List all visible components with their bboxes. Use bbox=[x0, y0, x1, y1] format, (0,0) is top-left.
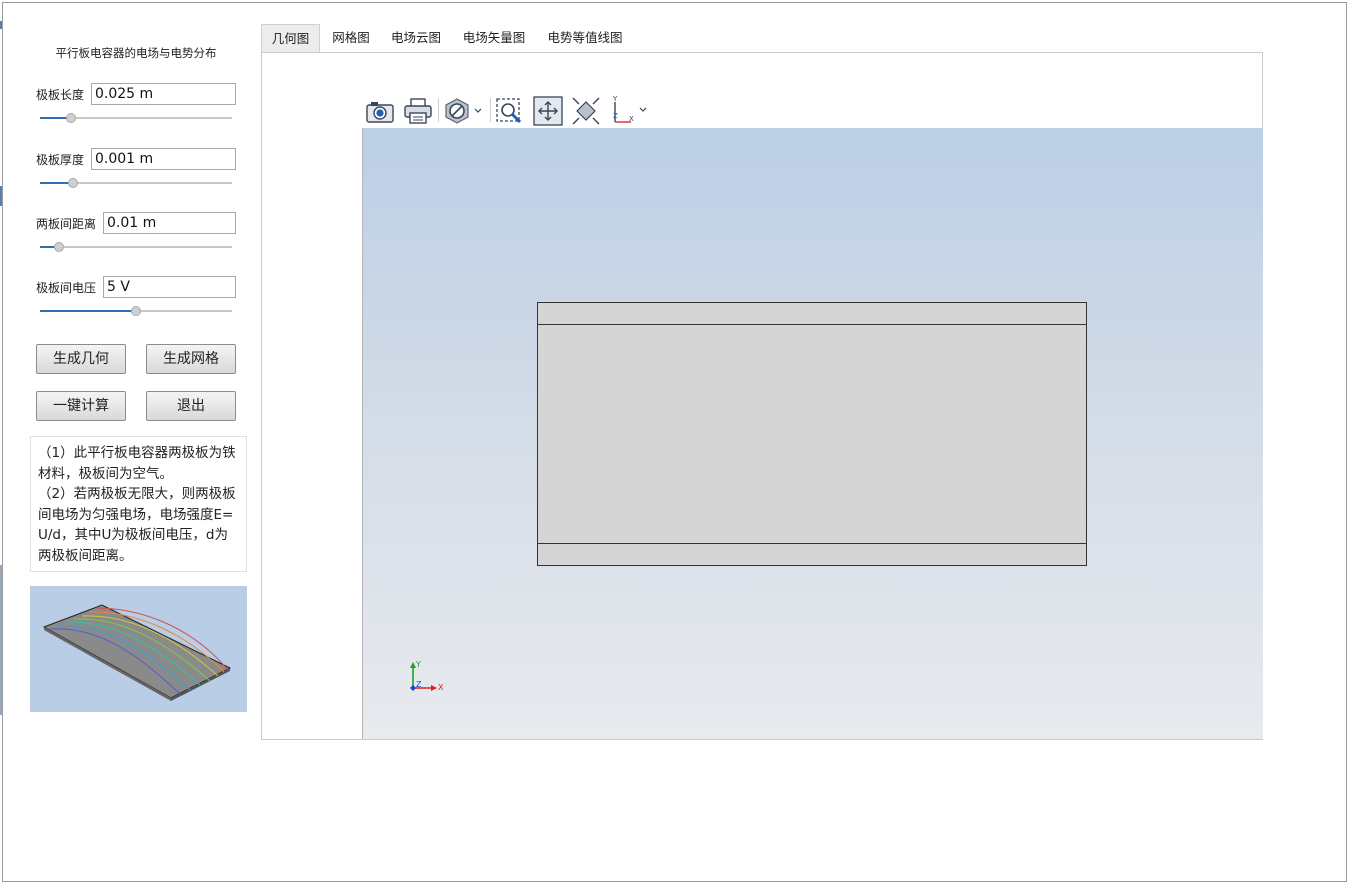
visibility-icon[interactable] bbox=[443, 96, 485, 126]
slider-fill bbox=[40, 310, 136, 312]
window-edge-marker bbox=[0, 21, 2, 29]
slider-rail bbox=[40, 246, 232, 248]
capacitor-geometry bbox=[537, 302, 1087, 566]
plate-thickness-label: 极板厚度 bbox=[36, 153, 85, 167]
generate-geometry-button[interactable]: 生成几何 bbox=[36, 344, 126, 374]
axis-orientation-icon[interactable]: Y Z X bbox=[609, 95, 649, 126]
plate-length-input[interactable]: 0.025 m bbox=[91, 83, 236, 105]
compute-button[interactable]: 一键计算 bbox=[36, 391, 126, 421]
plate-thickness-slider[interactable] bbox=[40, 177, 232, 189]
toolbar-separator bbox=[438, 98, 439, 122]
slider-thumb[interactable] bbox=[65, 113, 76, 123]
window-edge-marker bbox=[0, 186, 2, 206]
bottom-plate-edge bbox=[538, 543, 1086, 544]
zoom-extents-icon[interactable] bbox=[571, 96, 601, 126]
tab-mesh[interactable]: 网格图 bbox=[323, 24, 379, 52]
plate-length-slider[interactable] bbox=[40, 112, 232, 124]
plate-thickness-input[interactable]: 0.001 m bbox=[91, 148, 236, 170]
zoom-box-icon[interactable] bbox=[495, 96, 525, 126]
axis-z-letter: Z bbox=[613, 112, 618, 120]
plate-voltage-slider[interactable] bbox=[40, 305, 232, 317]
tab-geometry[interactable]: 几何图 bbox=[261, 24, 320, 52]
pan-icon[interactable] bbox=[533, 96, 563, 126]
triad-y-label: Y bbox=[415, 660, 421, 669]
axis-triad: Y Z X bbox=[405, 658, 449, 698]
print-icon[interactable] bbox=[403, 96, 433, 126]
plate-gap-label: 两板间距离 bbox=[36, 217, 97, 231]
top-plate-edge bbox=[538, 324, 1086, 325]
triad-x-label: X bbox=[438, 683, 444, 692]
camera-icon[interactable] bbox=[365, 96, 395, 126]
axis-y-letter: Y bbox=[612, 96, 618, 103]
plate-voltage-input[interactable]: 5 V bbox=[103, 276, 236, 298]
window-edge-marker bbox=[0, 565, 2, 715]
axis-x-letter: X bbox=[629, 115, 634, 123]
slider-thumb[interactable] bbox=[67, 178, 78, 188]
generate-mesh-button[interactable]: 生成网格 bbox=[146, 344, 236, 374]
plate-length-label: 极板长度 bbox=[36, 88, 85, 102]
plate-gap-input[interactable]: 0.01 m bbox=[103, 212, 236, 234]
triad-z-label: Z bbox=[416, 680, 422, 689]
slider-thumb[interactable] bbox=[54, 242, 65, 252]
exit-button[interactable]: 退出 bbox=[146, 391, 236, 421]
toolbar-separator bbox=[490, 98, 491, 122]
tab-potential-isoline[interactable]: 电势等值线图 bbox=[541, 24, 629, 52]
preview-image bbox=[30, 586, 247, 712]
plate-voltage-label: 极板间电压 bbox=[36, 281, 97, 295]
slider-thumb[interactable] bbox=[131, 306, 141, 316]
description-text: （1）此平行板电容器两极板为铁材料，极板间为空气。 （2）若两极板无限大，则两极… bbox=[30, 436, 247, 572]
plate-gap-slider[interactable] bbox=[40, 241, 232, 253]
tab-field-contour[interactable]: 电场云图 bbox=[383, 24, 449, 52]
tab-field-vector[interactable]: 电场矢量图 bbox=[455, 24, 533, 52]
panel-title: 平行板电容器的电场与电势分布 bbox=[55, 46, 217, 60]
